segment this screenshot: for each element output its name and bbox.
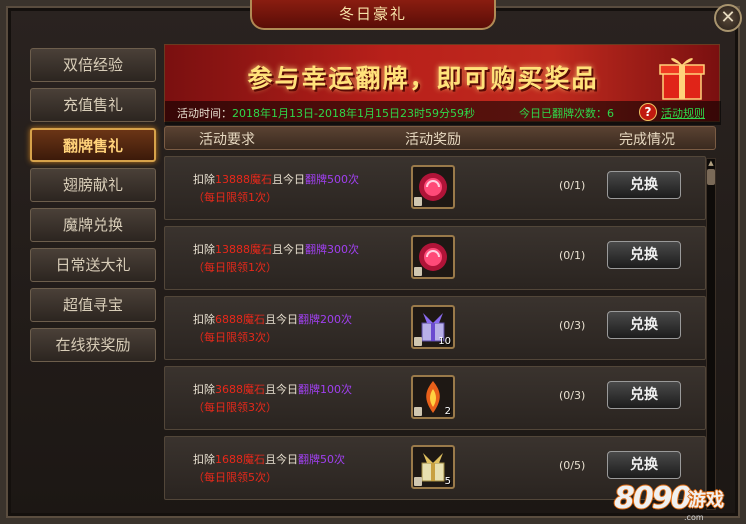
item-quantity: 5 <box>444 476 451 487</box>
reward-item-slot[interactable]: 2 <box>411 375 455 419</box>
daily-limit: （每日限领3次） <box>193 401 277 414</box>
deduct-label: 扣除 <box>193 383 215 396</box>
exchange-button[interactable]: 兑换 <box>607 381 681 409</box>
table-row: 扣除3688魔石且今日翻牌100次 （每日限领3次） 2 (0/3) 兑换 <box>164 366 706 430</box>
event-banner: 参与幸运翻牌，即可购买奖品 活动时间：2018年1月13日-2018年1月15日… <box>164 44 721 125</box>
rules-link[interactable]: 活动规则 <box>661 105 705 121</box>
condition-joiner: 且今日 <box>265 313 298 326</box>
cost-value: 13888魔石 <box>215 173 272 186</box>
completion-progress: (0/5) <box>559 459 586 472</box>
exchange-button[interactable]: 兑换 <box>607 171 681 199</box>
daily-limit: （每日限领1次） <box>193 191 277 204</box>
requirement-text: 扣除13888魔石且今日翻牌500次 <box>193 171 359 187</box>
flip-requirement: 翻牌100次 <box>298 383 352 396</box>
sidebar-item-double-exp[interactable]: 双倍经验 <box>30 48 156 82</box>
flip-count: 今日已翻牌次数：6 <box>519 107 614 120</box>
daily-limit: （每日限领1次） <box>193 261 277 274</box>
sidebar-item-online-reward[interactable]: 在线获奖励 <box>30 328 156 362</box>
header-requirement: 活动要求 <box>199 132 255 148</box>
watermark-number: 8090 <box>614 481 691 516</box>
cost-value: 1688魔石 <box>215 453 265 466</box>
flip-requirement: 翻牌300次 <box>305 243 359 256</box>
condition-joiner: 且今日 <box>265 383 298 396</box>
completion-progress: (0/1) <box>559 249 586 262</box>
table-row: 扣除13888魔石且今日翻牌500次 （每日限领1次） (0/1) 兑换 <box>164 156 706 220</box>
daily-limit: （每日限领3次） <box>193 331 277 344</box>
item-quantity: 10 <box>438 336 451 347</box>
close-icon[interactable]: ✕ <box>720 7 735 28</box>
main-panel: 参与幸运翻牌，即可购买奖品 活动时间：2018年1月13日-2018年1月15日… <box>164 42 721 512</box>
table-row: 扣除6888魔石且今日翻牌200次 （每日限领3次） 10 (0/3) 兑换 <box>164 296 706 360</box>
gift-box-icon <box>659 58 705 100</box>
sidebar-item-flip-gift[interactable]: 翻牌售礼 <box>30 128 156 162</box>
close-button[interactable]: ✕ <box>714 4 742 32</box>
cost-value: 3688魔石 <box>215 383 265 396</box>
condition-joiner: 且今日 <box>272 173 305 186</box>
banner-headline: 参与幸运翻牌，即可购买奖品 <box>247 64 599 93</box>
reward-item-slot[interactable]: 10 <box>411 305 455 349</box>
event-time-value: 2018年1月13日-2018年1月15日23时59分59秒 <box>232 107 475 120</box>
sidebar-item-daily-gift[interactable]: 日常送大礼 <box>30 248 156 282</box>
header-status: 完成情况 <box>619 132 675 148</box>
reward-list: 扣除13888魔石且今日翻牌500次 （每日限领1次） (0/1) 兑换 扣除1… <box>164 156 706 512</box>
window-title-bar: 冬日豪礼 <box>250 0 496 30</box>
requirement-text: 扣除3688魔石且今日翻牌100次 <box>193 381 352 397</box>
event-time-label: 活动时间： <box>177 107 232 120</box>
lock-icon <box>414 407 422 416</box>
lock-icon <box>414 477 422 486</box>
table-header: 活动要求 活动奖励 完成情况 <box>164 126 716 150</box>
reward-item-slot[interactable] <box>411 165 455 209</box>
cost-value: 6888魔石 <box>215 313 265 326</box>
requirement-text: 扣除13888魔石且今日翻牌300次 <box>193 241 359 257</box>
sidebar-item-wing-gift[interactable]: 翅膀献礼 <box>30 168 156 202</box>
table-row: 扣除13888魔石且今日翻牌300次 （每日限领1次） (0/1) 兑换 <box>164 226 706 290</box>
exchange-button[interactable]: 兑换 <box>607 451 681 479</box>
flip-requirement: 翻牌500次 <box>305 173 359 186</box>
completion-progress: (0/3) <box>559 389 586 402</box>
lock-icon <box>414 337 422 346</box>
watermark-brand: 游戏 <box>688 490 724 511</box>
condition-joiner: 且今日 <box>265 453 298 466</box>
help-icon[interactable]: ? <box>639 103 657 121</box>
requirement-text: 扣除1688魔石且今日翻牌50次 <box>193 451 345 467</box>
exchange-button[interactable]: 兑换 <box>607 241 681 269</box>
header-reward: 活动奖励 <box>405 132 461 148</box>
daily-limit: （每日限领5次） <box>193 471 277 484</box>
watermark-url: .com <box>684 513 704 522</box>
deduct-label: 扣除 <box>193 173 215 186</box>
sidebar-item-recharge-gift[interactable]: 充值售礼 <box>30 88 156 122</box>
lock-icon <box>414 197 422 206</box>
sidebar: 双倍经验 充值售礼 翻牌售礼 翅膀献礼 魔牌兑换 日常送大礼 超值寻宝 在线获奖… <box>26 42 160 512</box>
deduct-label: 扣除 <box>193 313 215 326</box>
reward-item-slot[interactable]: 5 <box>411 445 455 489</box>
event-time: 活动时间：2018年1月13日-2018年1月15日23时59分59秒 <box>177 105 475 121</box>
condition-joiner: 且今日 <box>272 243 305 256</box>
item-quantity: 2 <box>444 406 451 417</box>
banner-info-bar: 活动时间：2018年1月13日-2018年1月15日23时59分59秒 今日已翻… <box>165 101 721 125</box>
flip-requirement: 翻牌200次 <box>298 313 352 326</box>
completion-progress: (0/3) <box>559 319 586 332</box>
sidebar-item-card-exchange[interactable]: 魔牌兑换 <box>30 208 156 242</box>
scroll-up-icon[interactable]: ▲ <box>707 159 715 167</box>
scrollbar[interactable]: ▲ <box>706 158 716 510</box>
requirement-text: 扣除6888魔石且今日翻牌200次 <box>193 311 352 327</box>
sidebar-item-treasure[interactable]: 超值寻宝 <box>30 288 156 322</box>
completion-progress: (0/1) <box>559 179 586 192</box>
cost-value: 13888魔石 <box>215 243 272 256</box>
flip-requirement: 翻牌50次 <box>298 453 345 466</box>
watermark-logo: 8090 游戏 .com <box>614 478 732 522</box>
exchange-button[interactable]: 兑换 <box>607 311 681 339</box>
reward-item-slot[interactable] <box>411 235 455 279</box>
scroll-thumb[interactable] <box>707 169 715 185</box>
window-title: 冬日豪礼 <box>338 5 407 23</box>
deduct-label: 扣除 <box>193 243 215 256</box>
deduct-label: 扣除 <box>193 453 215 466</box>
lock-icon <box>414 267 422 276</box>
